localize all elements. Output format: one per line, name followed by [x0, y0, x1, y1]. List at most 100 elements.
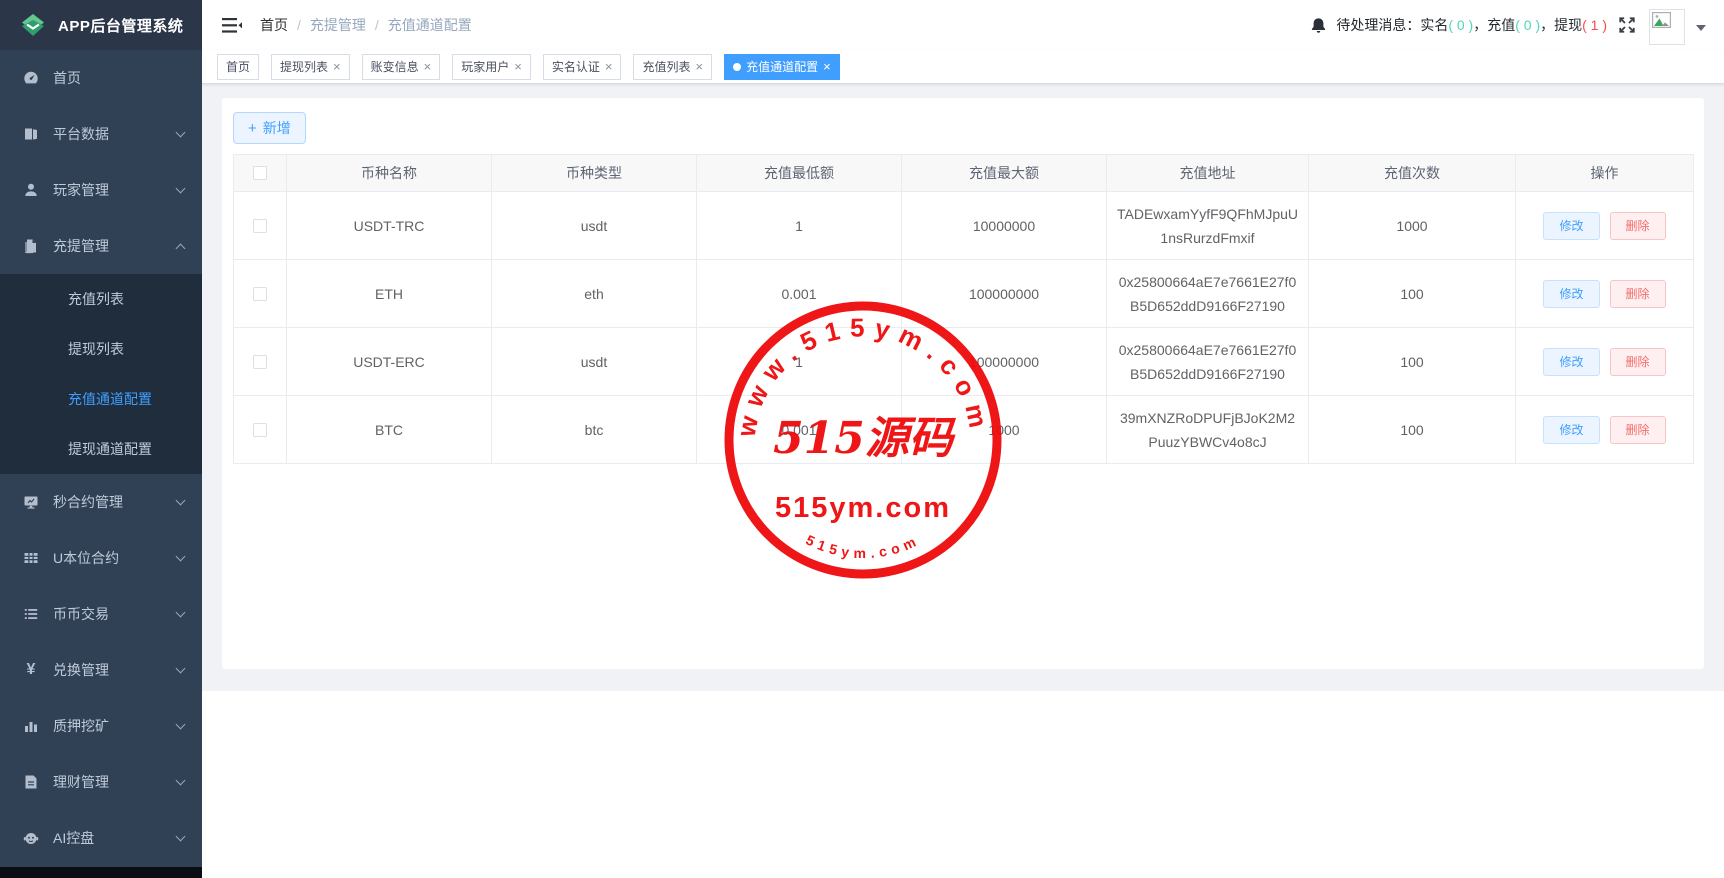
sidebar-item-finance-mgmt[interactable]: 理财管理 [0, 754, 202, 810]
sidebar-subitem-withdraw-channel-config[interactable]: 提现通道配置 [0, 424, 202, 474]
chevron-down-icon [176, 831, 186, 841]
caret-down-icon[interactable] [1696, 25, 1706, 36]
close-icon[interactable]: × [424, 60, 432, 73]
add-button-label: 新增 [263, 118, 291, 138]
sidebar-item-exchange-mgmt[interactable]: ¥ 兑换管理 [0, 642, 202, 698]
breadcrumb-home[interactable]: 首页 [260, 15, 288, 35]
cell-times: 100 [1309, 260, 1516, 328]
sidebar-item-label: 首页 [53, 68, 184, 88]
cell-min: 1 [697, 328, 902, 396]
tab-label: 提现列表 [280, 58, 328, 75]
chevron-down-icon [176, 775, 186, 785]
cell-coin-type: usdt [492, 328, 697, 396]
column-header-coin-type: 币种类型 [492, 155, 697, 192]
delete-button[interactable]: 删除 [1610, 280, 1666, 308]
notice-mid2: ，提现 [1540, 17, 1582, 33]
notice-mid1: ，充值 [1473, 17, 1515, 33]
app-title: APP后台管理系统 [58, 15, 183, 36]
column-header-times: 充值次数 [1309, 155, 1516, 192]
notification-bell-icon[interactable] [1310, 17, 1327, 34]
sidebar-collapse-button[interactable] [222, 17, 242, 34]
sidebar-item-label: 平台数据 [53, 124, 177, 144]
tags-view-bar: 首页 提现列表 × 账变信息 × 玩家用户× 实名认证 × 充值列表× 充值通道配置 × [202, 50, 1724, 84]
tab-recharge-list[interactable]: 充值列表× [633, 54, 712, 80]
header-select-all [234, 155, 287, 192]
chevron-down-icon [176, 495, 186, 505]
chevron-down-icon [176, 719, 186, 729]
sidebar-bottom-strip [0, 867, 202, 878]
sidebar-item-home[interactable]: 首页 [0, 50, 202, 106]
notice-prefix: 待处理消息：实名 [1336, 17, 1448, 33]
cell-address: TADEwxamYyfF9QFhMJpuU1nsRurzdFmxif [1107, 192, 1309, 260]
sidebar-item-player-mgmt[interactable]: 玩家管理 [0, 162, 202, 218]
select-all-checkbox[interactable] [253, 166, 267, 180]
tab-account-changes[interactable]: 账变信息 × [362, 54, 441, 80]
cell-times: 1000 [1309, 192, 1516, 260]
avatar[interactable] [1649, 9, 1685, 45]
grid-icon [23, 550, 39, 566]
pending-messages: 待处理消息：实名( 0 )，充值( 0 )，提现( 1 ) [1336, 15, 1607, 35]
sidebar-item-staking-mining[interactable]: 质押挖矿 [0, 698, 202, 754]
chevron-down-icon [176, 607, 186, 617]
sidebar-item-ai-control[interactable]: AI控盘 [0, 810, 202, 866]
sidebar-item-u-contract[interactable]: U本位合约 [0, 530, 202, 586]
sidebar-item-recharge-withdraw-mgmt[interactable]: 充提管理 [0, 218, 202, 274]
dashboard-icon [23, 70, 39, 86]
chevron-up-icon [176, 243, 186, 253]
table-row: USDT-TRC usdt 1 10000000 TADEwxamYyfF9QF… [234, 192, 1694, 260]
close-icon[interactable]: × [695, 60, 703, 73]
cell-max: 10000000 [902, 192, 1107, 260]
sidebar-item-platform-data[interactable]: 平台数据 [0, 106, 202, 162]
tab-label: 充值通道配置 [746, 58, 818, 75]
bar-chart-icon [23, 718, 39, 734]
sidebar-item-seconds-contract[interactable]: 秒合约管理 [0, 474, 202, 530]
row-checkbox[interactable] [253, 219, 267, 233]
sidebar-item-coin-trade[interactable]: 币币交易 [0, 586, 202, 642]
close-icon[interactable]: × [605, 60, 613, 73]
add-button[interactable]: +新增 [233, 112, 306, 144]
edit-button[interactable]: 修改 [1543, 212, 1599, 240]
delete-button[interactable]: 删除 [1610, 416, 1666, 444]
hamburger-icon [222, 17, 242, 34]
breadcrumb: 首页 / 充提管理 / 充值通道配置 [260, 15, 472, 35]
withdraw-count: ( 1 ) [1582, 17, 1607, 33]
row-checkbox[interactable] [253, 355, 267, 369]
delete-button[interactable]: 删除 [1610, 348, 1666, 376]
tab-recharge-channel-config[interactable]: 充值通道配置 × [724, 54, 840, 80]
sidebar-subitem-withdraw-list[interactable]: 提现列表 [0, 324, 202, 374]
cell-coin-name: USDT-TRC [287, 192, 492, 260]
cell-coin-name: USDT-ERC [287, 328, 492, 396]
breadcrumb-section[interactable]: 充提管理 [310, 15, 366, 35]
cell-times: 100 [1309, 328, 1516, 396]
tab-home[interactable]: 首页 [217, 54, 259, 80]
row-checkbox[interactable] [253, 287, 267, 301]
tab-withdraw-list[interactable]: 提现列表 × [271, 54, 350, 80]
edit-button[interactable]: 修改 [1543, 348, 1599, 376]
sidebar-subitem-recharge-channel-config[interactable]: 充值通道配置 [0, 374, 202, 424]
cell-max: 100000000 [902, 260, 1107, 328]
tab-realname-auth[interactable]: 实名认证 × [543, 54, 622, 80]
cell-address: 0x25800664aE7e7661E27f0B5D652ddD9166F271… [1107, 260, 1309, 328]
tab-label: 账变信息 [371, 58, 419, 75]
tab-label: 实名认证 [552, 58, 600, 75]
row-checkbox[interactable] [253, 423, 267, 437]
close-icon[interactable]: × [514, 60, 522, 73]
sidebar-item-label: 质押挖矿 [53, 716, 177, 736]
tab-player-users[interactable]: 玩家用户× [452, 54, 531, 80]
edit-button[interactable]: 修改 [1543, 416, 1599, 444]
column-header-address: 充值地址 [1107, 155, 1309, 192]
cell-times: 100 [1309, 396, 1516, 464]
edit-button[interactable]: 修改 [1543, 280, 1599, 308]
app-logo: APP后台管理系统 [0, 0, 202, 50]
close-icon[interactable]: × [823, 60, 831, 73]
close-icon[interactable]: × [333, 60, 341, 73]
cell-coin-name: ETH [287, 260, 492, 328]
column-header-coin-name: 币种名称 [287, 155, 492, 192]
cell-coin-type: usdt [492, 192, 697, 260]
chevron-down-icon [176, 183, 186, 193]
navbar-right: 待处理消息：实名( 0 )，充值( 0 )，提现( 1 ) [1310, 6, 1706, 45]
fullscreen-button[interactable] [1618, 16, 1636, 34]
delete-button[interactable]: 删除 [1610, 212, 1666, 240]
top-navbar: 首页 / 充提管理 / 充值通道配置 待处理消息：实名( 0 )，充值( 0 )… [202, 0, 1724, 50]
sidebar-subitem-recharge-list[interactable]: 充值列表 [0, 274, 202, 324]
